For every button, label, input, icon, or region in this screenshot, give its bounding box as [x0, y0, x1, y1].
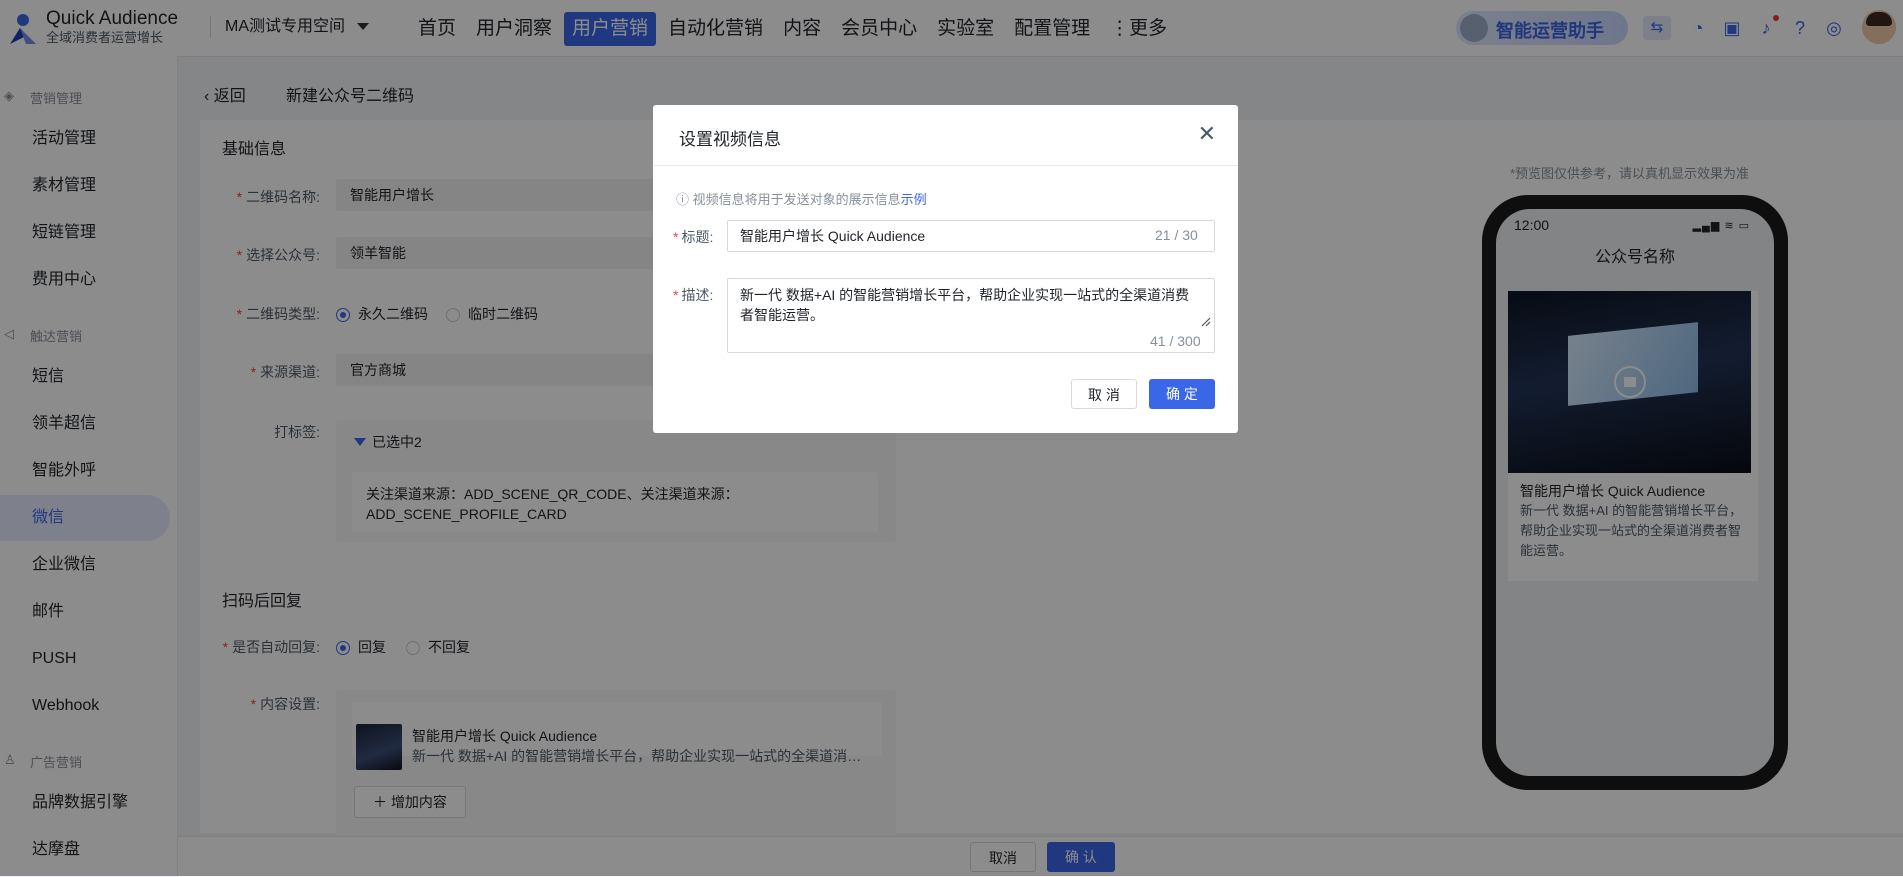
dialog-ok-button[interactable]: 确 定 [1149, 379, 1215, 409]
tip-text: 视频信息将用于发送对象的展示信息 [692, 192, 901, 207]
dialog-tip: ⓘ 视频信息将用于发送对象的展示信息示例 [676, 189, 927, 208]
video-desc-label: * 描述: [673, 287, 714, 303]
dialog-cancel-button[interactable]: 取 消 [1071, 379, 1137, 409]
title-char-count: 21 / 30 [1155, 227, 1198, 243]
dialog-header: 设置视频信息 ✕ [653, 105, 1238, 166]
video-info-dialog: 设置视频信息 ✕ ⓘ 视频信息将用于发送对象的展示信息示例 *标题: 21 / … [653, 105, 1238, 433]
example-link[interactable]: 示例 [901, 192, 927, 207]
label-text: 描述: [681, 287, 714, 303]
video-title-label: * 标题: [673, 229, 714, 245]
close-icon[interactable]: ✕ [1198, 123, 1216, 145]
dialog-title: 设置视频信息 [679, 130, 781, 149]
label-text: 标题: [681, 229, 714, 245]
info-icon: ⓘ [676, 192, 693, 207]
video-title-input[interactable] [727, 220, 1215, 252]
resize-handle-icon[interactable] [1201, 317, 1211, 327]
video-desc-textarea[interactable]: 新一代 数据+AI 的智能营销增长平台，帮助企业实现一站式的全渠道消费者智能运营… [727, 278, 1215, 353]
desc-char-count: 41 / 300 [1150, 333, 1201, 349]
